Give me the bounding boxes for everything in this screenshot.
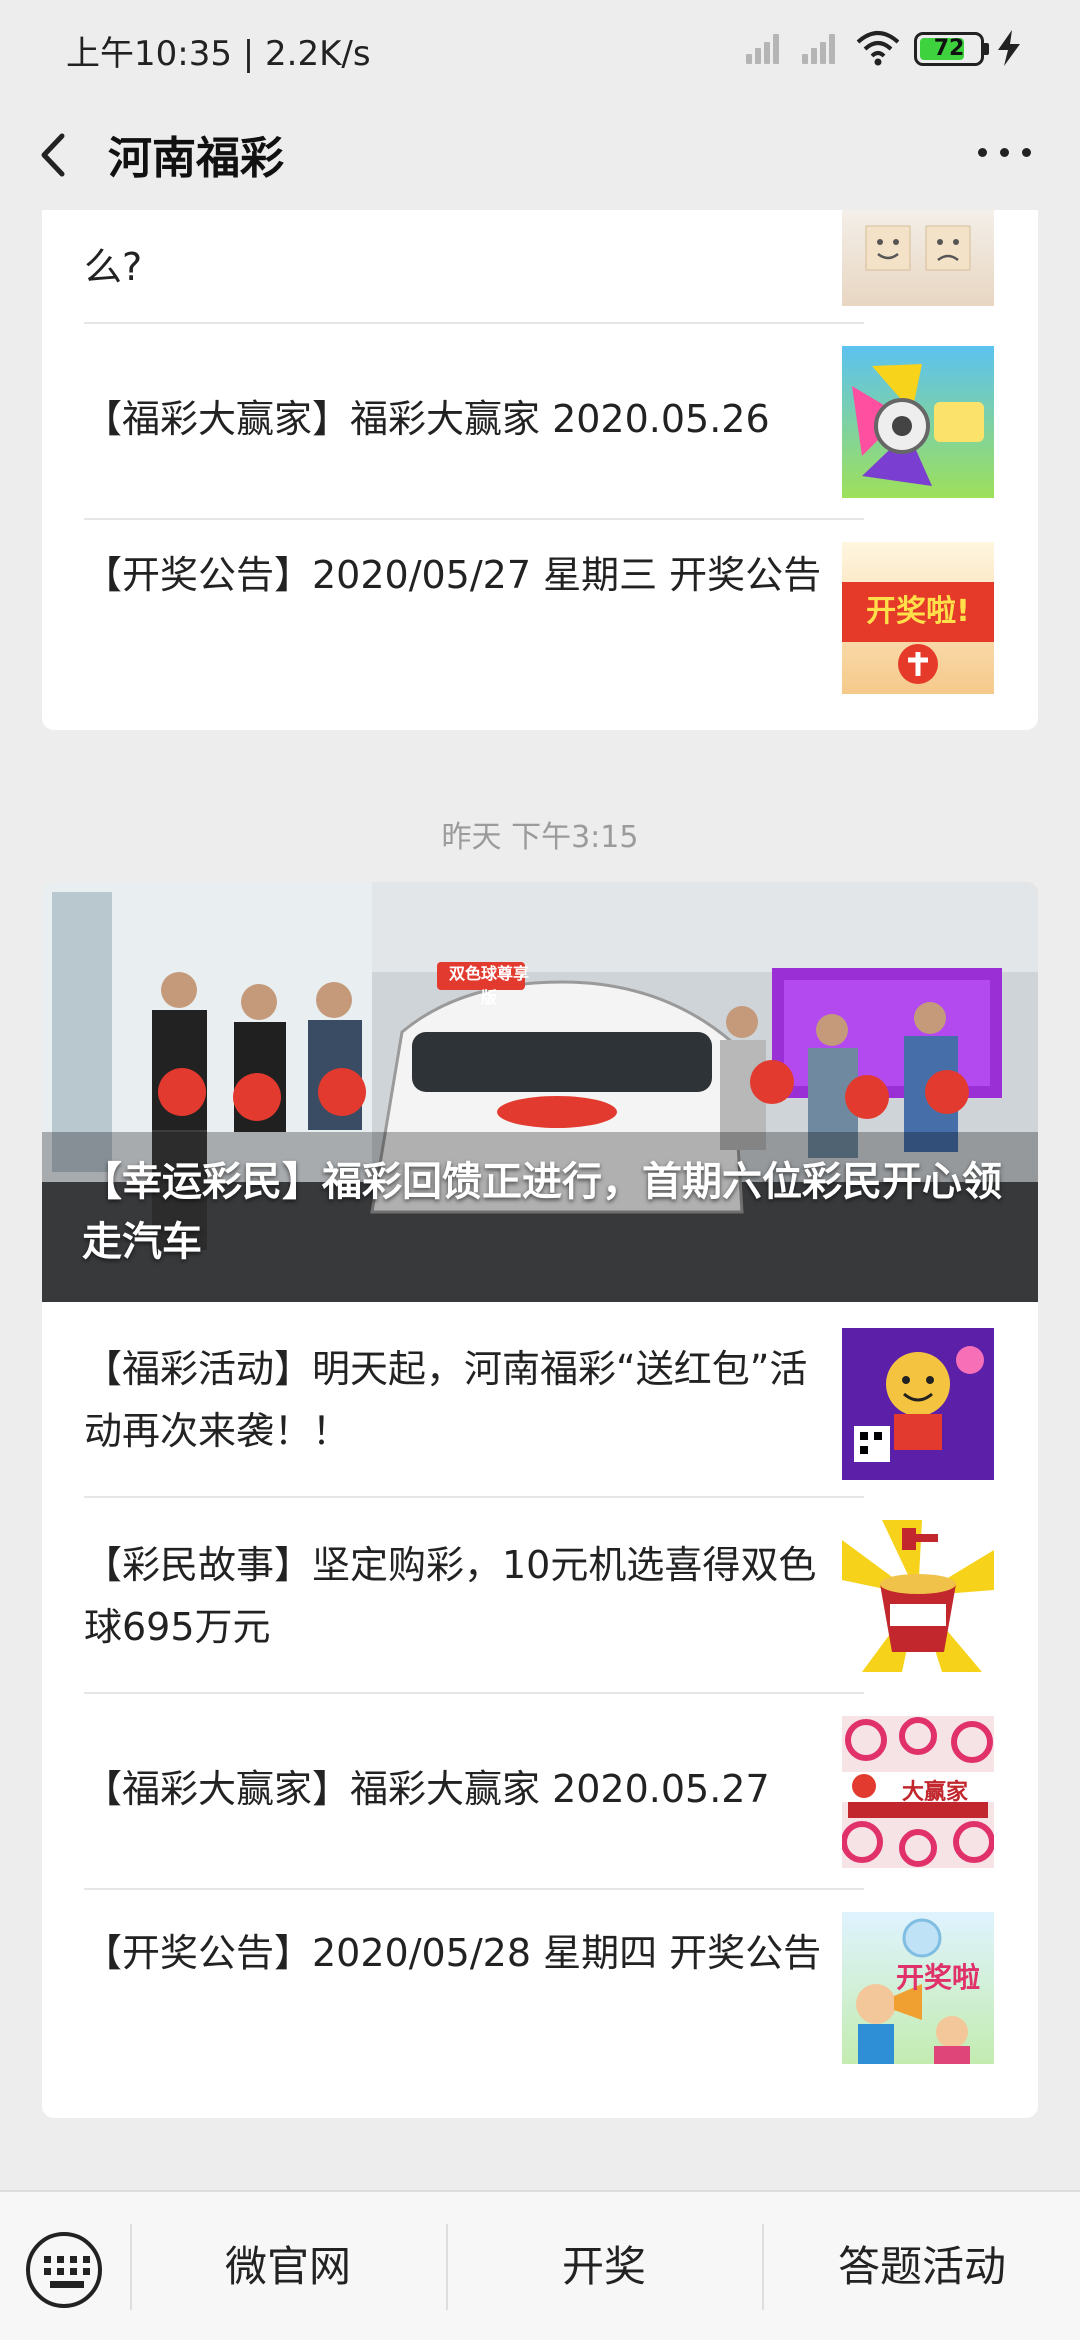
article-item[interactable]: 【彩民故事】坚定购彩，10元机选喜得双色球695万元 — [42, 1498, 1038, 1694]
article-item[interactable]: 【开奖公告】2020/05/28 星期四 开奖公告 开奖啦 — [42, 1890, 1038, 2118]
article-item[interactable]: 【福彩活动】明天起，河南福彩“送红包”活动再次来袭！！ — [42, 1302, 1038, 1498]
message-list[interactable]: 么? 【福彩大赢家】福彩大赢家 2020.05.26 【开奖公告】2020/05… — [0, 210, 1080, 2190]
page-title: 河南福彩 — [108, 133, 284, 184]
hero-article[interactable]: 双色球尊享版 【幸运彩民】福彩回馈正进行，首期六位彩民开心领走汽车 — [42, 882, 1038, 1302]
article-title: 么? — [84, 245, 143, 289]
article-title: 【彩民故事】坚定购彩，10元机选喜得双色球695万元 — [84, 1543, 817, 1649]
hero-banner-text: 双色球尊享版 — [448, 964, 529, 1007]
article-thumbnail — [842, 210, 994, 306]
article-thumbnail — [842, 346, 994, 498]
article-thumbnail — [842, 1328, 994, 1480]
bottom-menu-bar: 微官网 开奖 答题活动 — [0, 2190, 1080, 2340]
battery-level: 72 — [933, 36, 965, 61]
keyboard-icon[interactable] — [26, 2232, 102, 2308]
cellular-signal-icon — [802, 30, 842, 64]
article-item[interactable]: 【福彩大赢家】福彩大赢家 2020.05.27 大赢家 — [42, 1694, 1038, 1890]
article-item[interactable]: 么? — [42, 210, 1038, 310]
battery-icon: 72 — [914, 32, 989, 66]
article-thumbnail — [842, 1520, 994, 1672]
more-dots-icon[interactable] — [976, 128, 1036, 178]
article-group-card: 双色球尊享版 【幸运彩民】福彩回馈正进行，首期六位彩民开心领走汽车 【福彩活动】… — [42, 882, 1038, 2118]
article-title: 【开奖公告】2020/05/27 星期三 开奖公告 — [84, 553, 822, 597]
article-thumbnail: 开奖啦! — [842, 542, 994, 694]
nav-bar: 河南福彩 — [0, 100, 1080, 210]
wifi-icon — [856, 31, 900, 66]
article-thumbnail: 开奖啦 — [842, 1912, 994, 2064]
hero-title: 【幸运彩民】福彩回馈正进行，首期六位彩民开心领走汽车 — [82, 1159, 1002, 1265]
menu-item-kaijiang[interactable]: 开奖 — [448, 2192, 760, 2340]
article-title: 【福彩大赢家】福彩大赢家 2020.05.26 — [84, 397, 770, 441]
article-title: 【福彩大赢家】福彩大赢家 2020.05.27 — [84, 1767, 770, 1811]
timestamp: 昨天 下午3:15 — [441, 820, 639, 855]
status-time: 上午10:35 | 2.2K/s — [66, 34, 371, 74]
article-title: 【开奖公告】2020/05/28 星期四 开奖公告 — [84, 1931, 822, 1975]
menu-item-datihuodong[interactable]: 答题活动 — [764, 2192, 1080, 2340]
article-item[interactable]: 【福彩大赢家】福彩大赢家 2020.05.26 — [42, 324, 1038, 520]
menu-item-weiguanwang[interactable]: 微官网 — [132, 2192, 444, 2340]
thumb-caption: 开奖啦 — [895, 1961, 980, 1994]
thumb-caption: 大赢家 — [901, 1780, 968, 1805]
article-title: 【福彩活动】明天起，河南福彩“送红包”活动再次来袭！！ — [84, 1347, 808, 1453]
cellular-signal-icon — [746, 30, 786, 64]
article-group-card: 么? 【福彩大赢家】福彩大赢家 2020.05.26 【开奖公告】2020/05… — [42, 210, 1038, 730]
status-bar: 上午10:35 | 2.2K/s 72 — [0, 0, 1080, 100]
thumb-caption: 开奖啦! — [866, 594, 970, 629]
article-thumbnail: 大赢家 — [842, 1716, 994, 1868]
back-icon[interactable] — [30, 120, 80, 190]
app-screen: 上午10:35 | 2.2K/s 72 河南福彩 么? 【福彩大赢家】福彩大赢家… — [0, 0, 1080, 2340]
article-item[interactable]: 【开奖公告】2020/05/27 星期三 开奖公告 开奖啦! — [42, 520, 1038, 730]
charging-bolt-icon — [998, 30, 1020, 66]
